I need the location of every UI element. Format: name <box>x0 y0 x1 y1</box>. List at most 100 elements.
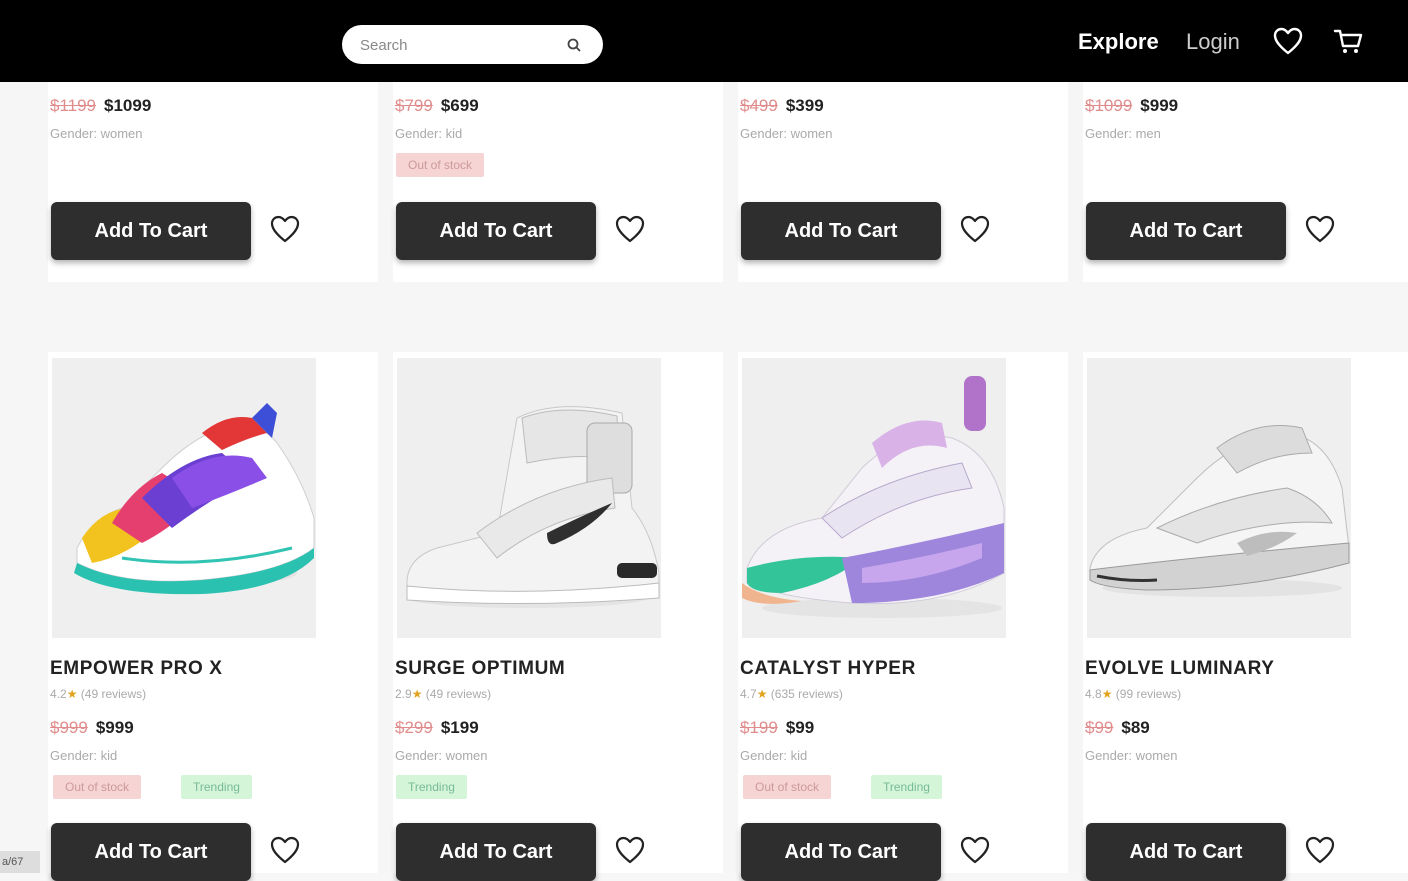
product-card: $1099 $999 Gender: men Add To Cart <box>1083 82 1408 282</box>
price: $99 $89 <box>1085 718 1150 738</box>
add-to-cart-button[interactable]: Add To Cart <box>1086 823 1286 881</box>
star-icon: ★ <box>411 687 423 701</box>
price: $299 $199 <box>395 718 479 738</box>
add-to-cart-button[interactable]: Add To Cart <box>51 202 251 260</box>
star-icon: ★ <box>66 687 78 701</box>
product-card: $799 $699 Gender: kid Out of stock Add To… <box>393 82 723 282</box>
product-name[interactable]: EVOLVE LUMINARY <box>1085 658 1275 680</box>
favorite-heart-icon[interactable] <box>959 214 991 244</box>
old-price: $799 <box>395 96 433 115</box>
rating-value: 4.2 <box>50 687 67 701</box>
product-name[interactable]: EMPOWER PRO X <box>50 658 222 680</box>
review-count: (49 reviews) <box>80 687 147 701</box>
old-price: $499 <box>740 96 778 115</box>
current-price: $99 <box>785 718 815 737</box>
current-price: $999 <box>95 718 134 737</box>
wishlist-heart-icon[interactable] <box>1272 26 1304 56</box>
current-price: $1099 <box>104 96 152 115</box>
add-to-cart-label: Add To Cart <box>94 840 208 863</box>
search-icon[interactable] <box>566 37 582 53</box>
search-bar[interactable] <box>342 25 603 64</box>
review-count: (49 reviews) <box>425 687 492 701</box>
gender-label: Gender: women <box>1085 748 1178 763</box>
add-to-cart-button[interactable]: Add To Cart <box>396 202 596 260</box>
add-to-cart-label: Add To Cart <box>1129 219 1243 242</box>
gender-label: Gender: women <box>50 126 143 141</box>
product-name[interactable]: SURGE OPTIMUM <box>395 658 565 680</box>
add-to-cart-label: Add To Cart <box>784 840 898 863</box>
rating-value: 4.8 <box>1085 687 1102 701</box>
favorite-heart-icon[interactable] <box>959 835 991 865</box>
gender-label: Gender: men <box>1085 126 1161 141</box>
trending-badge: Trending <box>871 775 942 799</box>
product-rating: 4.8★ (99 reviews) <box>1085 687 1181 701</box>
current-price: $399 <box>785 96 824 115</box>
favorite-heart-icon[interactable] <box>1304 835 1336 865</box>
out-of-stock-badge: Out of stock <box>53 775 142 799</box>
product-card: $499 $399 Gender: women Add To Cart <box>738 82 1068 282</box>
old-price: $1099 <box>1085 96 1133 115</box>
trending-badge: Trending <box>181 775 252 799</box>
add-to-cart-button[interactable]: Add To Cart <box>396 823 596 881</box>
price: $799 $699 <box>395 96 479 116</box>
old-price: $199 <box>740 718 778 737</box>
favorite-heart-icon[interactable] <box>614 835 646 865</box>
price: $1099 $999 <box>1085 96 1178 116</box>
price: $1199 $1099 <box>50 96 151 116</box>
add-to-cart-label: Add To Cart <box>1129 840 1243 863</box>
gender-label: Gender: kid <box>395 126 463 141</box>
add-to-cart-button[interactable]: Add To Cart <box>741 202 941 260</box>
price: $499 $399 <box>740 96 824 116</box>
product-card: CATALYST HYPER 4.7★ (635 reviews) $199 $9… <box>738 352 1068 881</box>
add-to-cart-button[interactable]: Add To Cart <box>741 823 941 881</box>
product-rating: 2.9★ (49 reviews) <box>395 687 491 701</box>
shoe-image-icon <box>406 406 660 608</box>
gender-label: Gender: kid <box>50 748 118 763</box>
favorite-heart-icon[interactable] <box>269 214 301 244</box>
add-to-cart-label: Add To Cart <box>94 219 208 242</box>
add-to-cart-label: Add To Cart <box>439 219 553 242</box>
favorite-heart-icon[interactable] <box>269 835 301 865</box>
current-price: $699 <box>440 96 479 115</box>
product-image[interactable] <box>742 358 1006 638</box>
product-rating: 4.2★ (49 reviews) <box>50 687 146 701</box>
add-to-cart-button[interactable]: Add To Cart <box>51 823 251 881</box>
rating-value: 4.7 <box>740 687 757 701</box>
old-price: $99 <box>1085 718 1114 737</box>
cart-icon[interactable] <box>1332 26 1364 56</box>
current-price: $89 <box>1121 718 1150 737</box>
shoe-image-icon <box>74 403 315 595</box>
top-navbar: Explore Login <box>0 0 1408 82</box>
favorite-heart-icon[interactable] <box>1304 214 1336 244</box>
nav-explore-link[interactable]: Explore <box>1078 29 1159 55</box>
product-image[interactable] <box>52 358 316 638</box>
trending-badge: Trending <box>396 775 467 799</box>
review-count: (635 reviews) <box>770 687 843 701</box>
old-price: $999 <box>50 718 88 737</box>
add-to-cart-label: Add To Cart <box>439 840 553 863</box>
out-of-stock-badge: Out of stock <box>396 153 485 177</box>
product-name[interactable]: CATALYST HYPER <box>740 658 916 680</box>
product-card: $1199 $1099 Gender: women Add To Cart <box>48 82 378 282</box>
old-price: $299 <box>395 718 433 737</box>
nav-login-link[interactable]: Login <box>1186 29 1240 55</box>
shoe-image-icon <box>742 376 1005 618</box>
product-rating: 4.7★ (635 reviews) <box>740 687 843 701</box>
add-to-cart-button[interactable]: Add To Cart <box>1086 202 1286 260</box>
current-price: $999 <box>1140 96 1179 115</box>
price: $999 $999 <box>50 718 134 738</box>
star-icon: ★ <box>1101 687 1113 701</box>
gender-label: Gender: women <box>395 748 488 763</box>
shoe-image-icon <box>1089 425 1350 597</box>
product-image[interactable] <box>397 358 661 638</box>
old-price: $1199 <box>50 96 97 115</box>
page-indicator: a/67 <box>0 851 40 873</box>
review-count: (99 reviews) <box>1115 687 1182 701</box>
product-image[interactable] <box>1087 358 1351 638</box>
gender-label: Gender: women <box>740 126 833 141</box>
search-input[interactable] <box>360 34 560 56</box>
price: $199 $99 <box>740 718 814 738</box>
add-to-cart-label: Add To Cart <box>784 219 898 242</box>
favorite-heart-icon[interactable] <box>614 214 646 244</box>
product-card: EMPOWER PRO X 4.2★ (49 reviews) $999 $999… <box>48 352 378 881</box>
